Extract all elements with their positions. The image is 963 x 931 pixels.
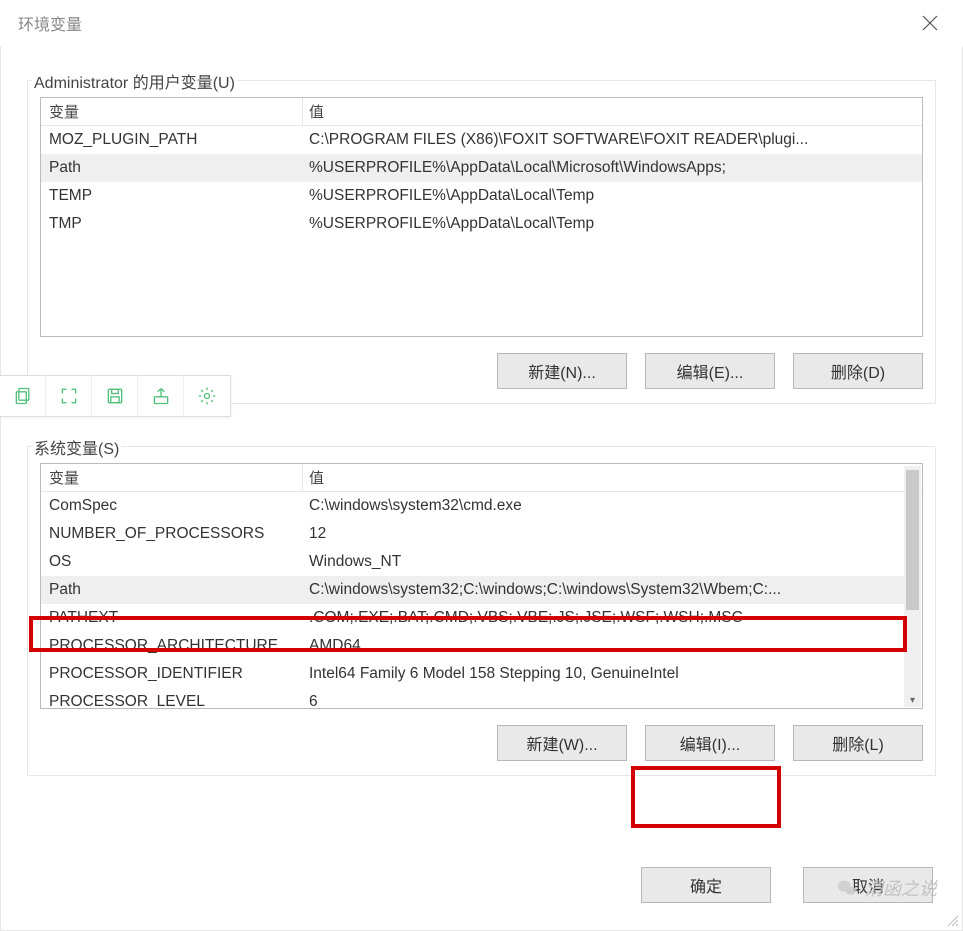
cell-value: %USERPROFILE%\AppData\Local\Microsoft\Wi… — [303, 159, 922, 177]
ok-button[interactable]: 确定 — [641, 867, 771, 903]
scroll-down-icon[interactable]: ▾ — [904, 692, 921, 708]
table-row[interactable]: OSWindows_NT — [41, 548, 904, 576]
table-row[interactable]: Path%USERPROFILE%\AppData\Local\Microsof… — [41, 154, 922, 182]
tool-copy-icon[interactable] — [0, 375, 46, 417]
cell-name: Path — [41, 581, 303, 599]
table-row[interactable]: MOZ_PLUGIN_PATHC:\PROGRAM FILES (X86)\FO… — [41, 126, 922, 154]
sys-vars-list[interactable]: 变量 值 ComSpecC:\windows\system32\cmd.exeN… — [40, 463, 923, 709]
col-name[interactable]: 变量 — [41, 464, 303, 491]
user-edit-button[interactable]: 编辑(E)... — [645, 353, 775, 389]
resize-grip[interactable] — [945, 913, 959, 927]
cell-value: .COM;.EXE;.BAT;.CMD;.VBS;.VBE;.JS;.JSE;.… — [303, 609, 904, 627]
table-row[interactable]: PathC:\windows\system32;C:\windows;C:\wi… — [41, 576, 904, 604]
sys-edit-button[interactable]: 编辑(I)... — [645, 725, 775, 761]
user-vars-label: Administrator 的用户变量(U) — [32, 69, 237, 93]
wechat-icon — [835, 877, 859, 899]
tool-save-icon[interactable] — [92, 375, 138, 417]
cell-name: TEMP — [41, 187, 303, 205]
dialog-body: Administrator 的用户变量(U) 变量 值 MOZ_PLUGIN_P… — [0, 46, 963, 931]
watermark-text: 渭函之说 — [865, 875, 937, 901]
user-vars-header: 变量 值 — [41, 98, 922, 126]
titlebar: 环境变量 — [0, 0, 963, 46]
table-row[interactable]: PROCESSOR_LEVEL6 — [41, 688, 904, 708]
cell-name: OS — [41, 553, 303, 571]
sys-del-button[interactable]: 删除(L) — [793, 725, 923, 761]
sys-new-button[interactable]: 新建(W)... — [497, 725, 627, 761]
cell-name: ComSpec — [41, 497, 303, 515]
tool-expand-icon[interactable] — [46, 375, 92, 417]
table-row[interactable]: TEMP%USERPROFILE%\AppData\Local\Temp — [41, 182, 922, 210]
cell-value: %USERPROFILE%\AppData\Local\Temp — [303, 215, 922, 233]
scroll-thumb[interactable] — [906, 470, 919, 610]
tool-settings-icon[interactable] — [184, 375, 230, 417]
table-row[interactable]: TMP%USERPROFILE%\AppData\Local\Temp — [41, 210, 922, 238]
cell-value: Intel64 Family 6 Model 158 Stepping 10, … — [303, 665, 904, 683]
cell-value: C:\PROGRAM FILES (X86)\FOXIT SOFTWARE\FO… — [303, 131, 922, 149]
col-value[interactable]: 值 — [303, 464, 922, 491]
cell-name: PROCESSOR_IDENTIFIER — [41, 665, 303, 683]
col-name[interactable]: 变量 — [41, 98, 303, 125]
scrollbar[interactable]: ▴ ▾ — [904, 466, 921, 707]
sys-vars-group: 系统变量(S) 变量 值 ComSpecC:\windows\system32\… — [27, 446, 936, 776]
user-vars-group: Administrator 的用户变量(U) 变量 值 MOZ_PLUGIN_P… — [27, 80, 936, 404]
cell-name: PATHEXT — [41, 609, 303, 627]
tool-share-icon[interactable] — [138, 375, 184, 417]
cell-value: Windows_NT — [303, 553, 904, 571]
cell-value: C:\windows\system32;C:\windows;C:\window… — [303, 581, 904, 599]
table-row[interactable]: NUMBER_OF_PROCESSORS12 — [41, 520, 904, 548]
col-value[interactable]: 值 — [303, 98, 922, 125]
watermark: 渭函之说 — [835, 875, 937, 901]
sys-vars-label: 系统变量(S) — [32, 435, 121, 459]
user-del-button[interactable]: 删除(D) — [793, 353, 923, 389]
window-title: 环境变量 — [18, 11, 82, 35]
user-vars-list[interactable]: 变量 值 MOZ_PLUGIN_PATHC:\PROGRAM FILES (X8… — [40, 97, 923, 337]
cell-name: PROCESSOR_LEVEL — [41, 693, 303, 708]
sys-vars-buttons: 新建(W)... 编辑(I)... 删除(L) — [40, 725, 923, 761]
cell-value: C:\windows\system32\cmd.exe — [303, 497, 904, 515]
cell-name: TMP — [41, 215, 303, 233]
table-row[interactable]: PROCESSOR_IDENTIFIERIntel64 Family 6 Mod… — [41, 660, 904, 688]
cell-value: AMD64 — [303, 637, 904, 655]
table-row[interactable]: ComSpecC:\windows\system32\cmd.exe — [41, 492, 904, 520]
cell-name: NUMBER_OF_PROCESSORS — [41, 525, 303, 543]
cell-name: Path — [41, 159, 303, 177]
cell-name: MOZ_PLUGIN_PATH — [41, 131, 303, 149]
table-row[interactable]: PROCESSOR_ARCHITECTUREAMD64 — [41, 632, 904, 660]
sys-vars-header: 变量 值 — [41, 464, 922, 492]
cell-value: %USERPROFILE%\AppData\Local\Temp — [303, 187, 922, 205]
cell-value: 12 — [303, 525, 904, 543]
floating-toolbox — [0, 375, 231, 417]
cell-name: PROCESSOR_ARCHITECTURE — [41, 637, 303, 655]
table-row[interactable]: PATHEXT.COM;.EXE;.BAT;.CMD;.VBS;.VBE;.JS… — [41, 604, 904, 632]
close-icon[interactable] — [913, 6, 947, 40]
cell-value: 6 — [303, 693, 904, 708]
user-new-button[interactable]: 新建(N)... — [497, 353, 627, 389]
